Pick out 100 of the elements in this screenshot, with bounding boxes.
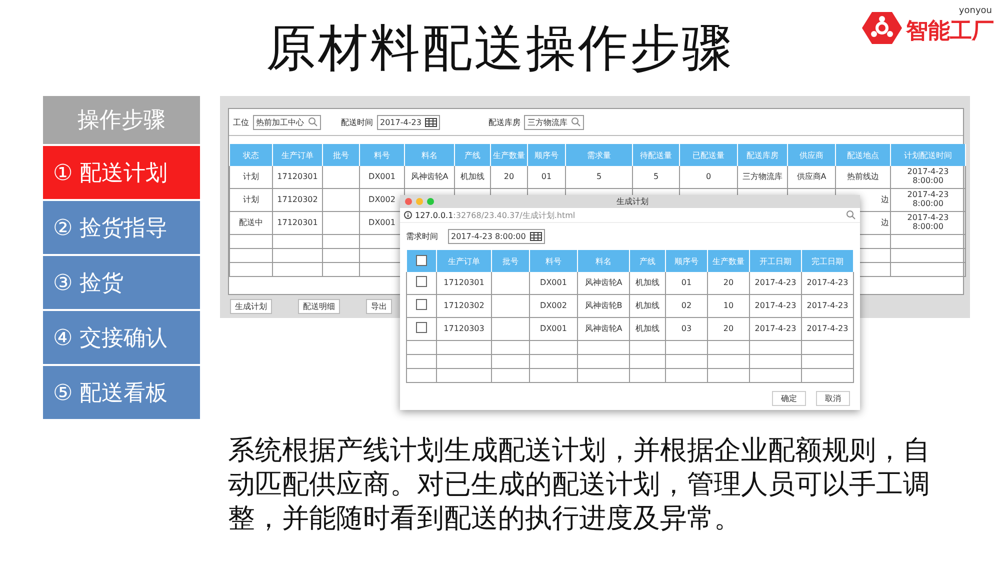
table-cell: 2017-4-23 8:00:00 bbox=[890, 188, 966, 212]
calendar-icon[interactable] bbox=[425, 118, 438, 126]
calendar-icon[interactable] bbox=[530, 232, 542, 241]
action-button[interactable]: 生成计划 bbox=[230, 299, 272, 314]
step-item[interactable]: ① 配送计划 bbox=[43, 146, 200, 199]
select-all-checkbox[interactable] bbox=[416, 254, 427, 266]
brand-name: yonyou bbox=[958, 6, 992, 16]
table-cell: 机加线 bbox=[630, 294, 666, 318]
table-cell: 17120302 bbox=[436, 294, 492, 318]
table-cell: 2017-4-23 8:00:00 bbox=[890, 212, 966, 234]
table-cell: 2017-4-23 bbox=[750, 294, 802, 318]
info-icon bbox=[404, 211, 412, 219]
column-header: 计划配送时间 bbox=[890, 144, 966, 166]
step-item[interactable]: ③ 捡货 bbox=[43, 256, 200, 309]
row-checkbox[interactable] bbox=[416, 299, 427, 310]
table-cell: 17120302 bbox=[272, 188, 322, 212]
table-cell: 5 bbox=[632, 166, 680, 188]
table-cell: DX002 bbox=[530, 294, 578, 318]
column-header: 产线 bbox=[454, 144, 490, 166]
search-icon[interactable] bbox=[308, 117, 318, 127]
column-header: 需求量 bbox=[566, 144, 632, 166]
action-button[interactable]: 导出 bbox=[366, 299, 392, 314]
table-cell: 2017-4-23 bbox=[802, 318, 854, 340]
address-text: 127.0.0.1:32768/23.40.37/生成计划.html bbox=[415, 210, 576, 220]
table-cell: 计划 bbox=[230, 188, 272, 212]
steps-header: 操作步骤 bbox=[43, 96, 200, 144]
column-header: 待配送量 bbox=[632, 144, 680, 166]
step-item[interactable]: ④ 交接确认 bbox=[43, 311, 200, 364]
column-header: 料名 bbox=[578, 250, 630, 272]
field-label: 需求时间 bbox=[406, 231, 438, 242]
table-cell: 17120301 bbox=[272, 166, 322, 188]
filter-label: 配送时间 bbox=[341, 116, 373, 128]
table-cell: 2017-4-23 bbox=[750, 318, 802, 340]
table-cell: 计划 bbox=[230, 166, 272, 188]
action-button[interactable]: 配送明细 bbox=[298, 299, 340, 314]
column-header: 生产订单 bbox=[436, 250, 492, 272]
table-cell: 17120303 bbox=[436, 318, 492, 340]
column-header: 开工日期 bbox=[750, 250, 802, 272]
table-cell: 三方物流库 bbox=[738, 166, 788, 188]
column-header: 配送库房 bbox=[738, 144, 788, 166]
table-cell: 机加线 bbox=[454, 166, 490, 188]
table-cell: 2017-4-23 bbox=[802, 294, 854, 318]
table-cell: 2017-4-23 8:00:00 bbox=[890, 166, 966, 188]
table-cell: 机加线 bbox=[630, 318, 666, 340]
table-cell: 配送中 bbox=[230, 212, 272, 234]
slide-title: 原材料配送操作步骤 bbox=[266, 18, 734, 78]
dialog-button[interactable]: 确定 bbox=[772, 391, 806, 406]
filter-field[interactable]: 三方物流库 bbox=[524, 114, 584, 130]
row-checkbox[interactable] bbox=[416, 322, 427, 334]
filter-field[interactable]: 2017-4-23 bbox=[377, 114, 440, 130]
row-checkbox[interactable] bbox=[416, 276, 427, 288]
dialog-title: 生成计划 bbox=[616, 196, 650, 207]
table-cell: DX001 bbox=[360, 166, 404, 188]
table-cell: 5 bbox=[566, 166, 632, 188]
table-cell: 17120301 bbox=[272, 212, 322, 234]
step-item[interactable]: ⑤ 配送看板 bbox=[43, 366, 200, 419]
description-text: 系统根据产线计划生成配送计划，并根据企业配额规则，自动匹配供应商。对已生成的配送计划，管理人员可以手工调整，并能随时看到配送的执行进度及异常。 bbox=[228, 434, 931, 536]
table-cell: DX001 bbox=[530, 318, 578, 340]
table-cell: 20 bbox=[708, 318, 750, 340]
column-header: 生产数量 bbox=[490, 144, 528, 166]
table-cell: 2017-4-23 bbox=[750, 272, 802, 294]
logo-icon bbox=[862, 10, 902, 46]
logo-name: 智能工厂 bbox=[906, 18, 994, 46]
table-cell: 风神齿轮B bbox=[578, 294, 630, 318]
table-cell: 风神齿轮A bbox=[578, 318, 630, 340]
column-header: 批号 bbox=[322, 144, 360, 166]
table-cell: 2017-4-23 bbox=[802, 272, 854, 294]
column-header: 供应商 bbox=[788, 144, 836, 166]
table-cell: 供应商A bbox=[788, 166, 836, 188]
table-cell: 20 bbox=[490, 166, 528, 188]
table-cell: 20 bbox=[708, 272, 750, 294]
table-cell: 03 bbox=[666, 318, 708, 340]
date-field[interactable]: 2017-4-23 8:00:00 bbox=[448, 229, 545, 244]
filter-label: 配送库房 bbox=[488, 116, 520, 128]
column-header: 料名 bbox=[404, 144, 454, 166]
table-cell: 0 bbox=[680, 166, 738, 188]
column-header: 批号 bbox=[492, 250, 530, 272]
search-icon[interactable] bbox=[571, 117, 582, 127]
table-cell: 02 bbox=[666, 294, 708, 318]
column-header: 已配送量 bbox=[680, 144, 738, 166]
column-header: 产线 bbox=[630, 250, 666, 272]
dialog-button[interactable]: 取消 bbox=[816, 391, 850, 406]
column-header: 顺序号 bbox=[666, 250, 708, 272]
column-header: 料号 bbox=[530, 250, 578, 272]
table-cell: 01 bbox=[528, 166, 566, 188]
table-cell: 17120301 bbox=[436, 272, 492, 294]
search-icon[interactable] bbox=[846, 210, 856, 220]
filter-label: 工位 bbox=[233, 116, 249, 128]
table-cell: 01 bbox=[666, 272, 708, 294]
table-cell: 风神齿轮A bbox=[578, 272, 630, 294]
table-cell: 机加线 bbox=[630, 272, 666, 294]
table-cell: 10 bbox=[708, 294, 750, 318]
column-header: 生产订单 bbox=[272, 144, 322, 166]
filter-field[interactable]: 热前加工中心 bbox=[253, 114, 321, 130]
column-header: 生产数量 bbox=[708, 250, 750, 272]
table-cell: 热前线边 bbox=[836, 166, 890, 188]
column-header: 料号 bbox=[360, 144, 404, 166]
table-cell: 风神齿轮A bbox=[404, 166, 454, 188]
step-item[interactable]: ② 捡货指导 bbox=[43, 201, 200, 254]
column-header: 状态 bbox=[230, 144, 272, 166]
